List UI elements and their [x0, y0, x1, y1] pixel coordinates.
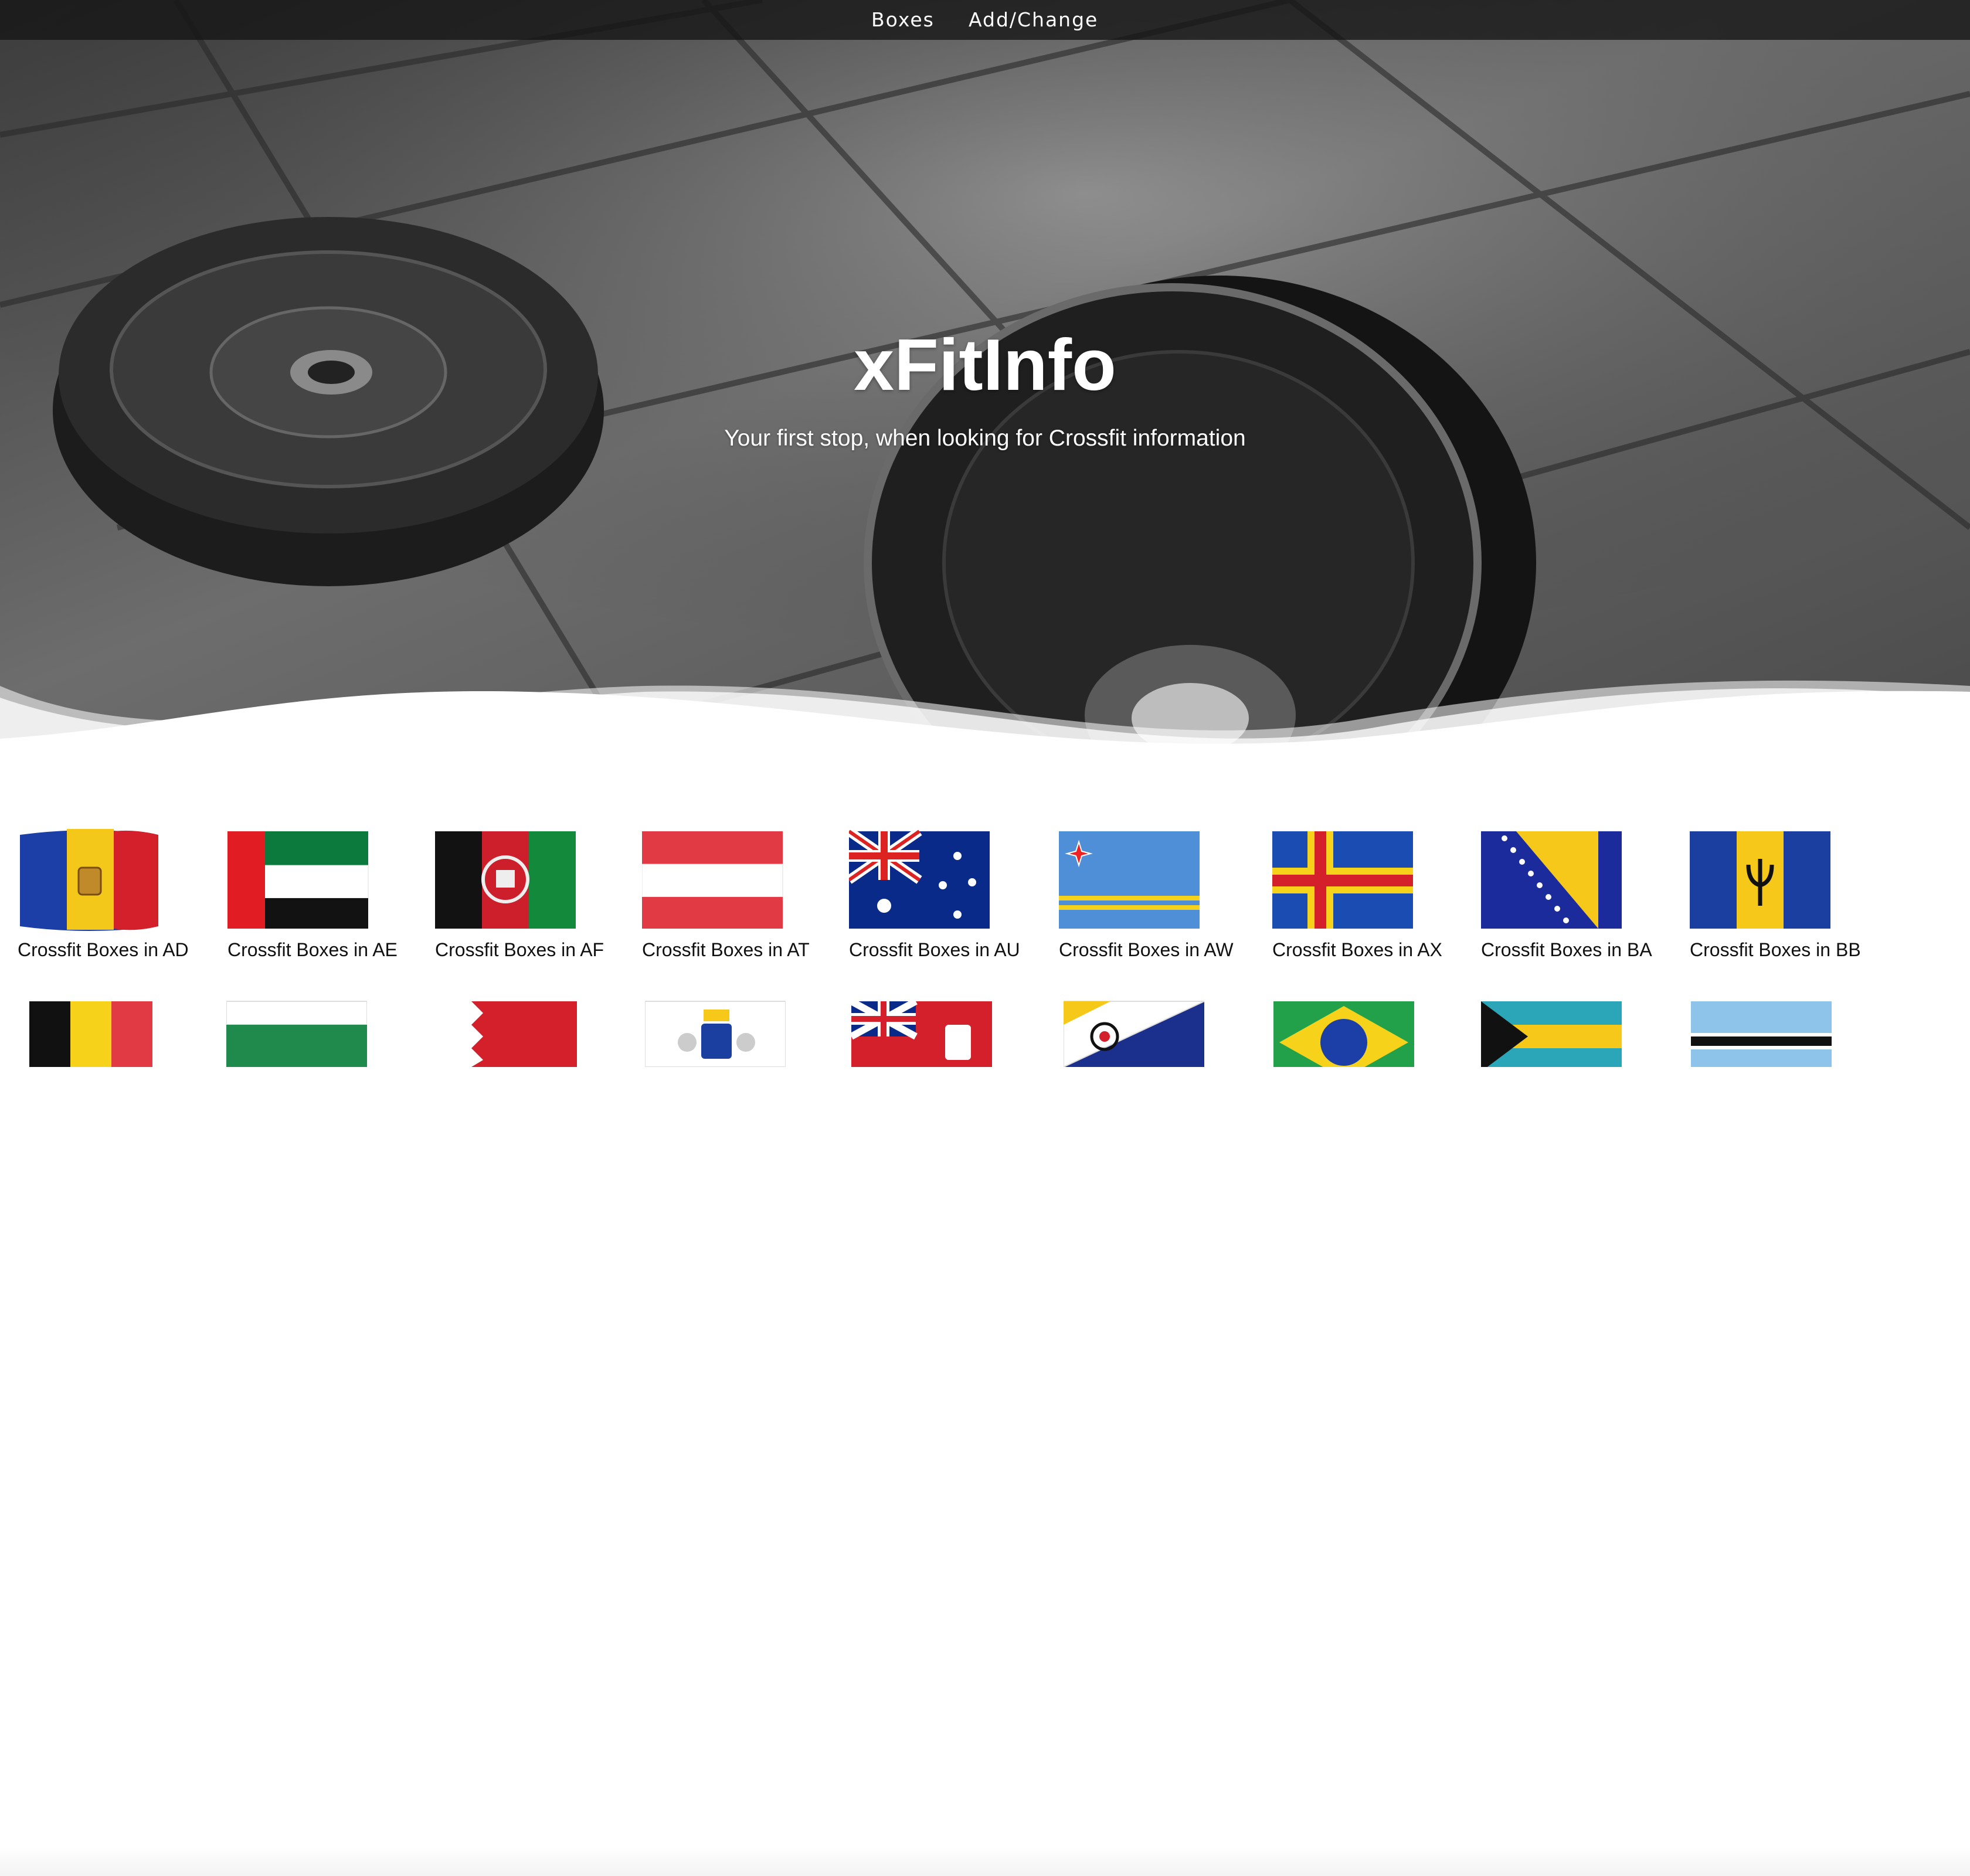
country-label: Crossfit Boxes in AF [435, 939, 604, 960]
site-title: xFitInfo [854, 325, 1116, 406]
country-card-af[interactable]: Crossfit Boxes in AF [435, 827, 623, 961]
barbados-flag-icon [1690, 831, 1830, 929]
country-label: Crossfit Boxes in AX [1272, 939, 1442, 960]
caribbean-netherlands-flag-icon[interactable] [1064, 995, 1204, 1067]
afghanistan-flag-icon [435, 831, 576, 929]
country-label: Crossfit Boxes in BA [1481, 939, 1652, 960]
country-label: Crossfit Boxes in AE [227, 939, 398, 960]
saint-barthelemy-flag-icon[interactable] [645, 995, 786, 1067]
bottom-fade [0, 1847, 1970, 1876]
country-card-ae[interactable]: Crossfit Boxes in AE [227, 827, 415, 961]
austria-flag-icon [642, 831, 783, 929]
site-tagline: Your first stop, when looking for Crossf… [724, 426, 1246, 451]
country-card-at[interactable]: Crossfit Boxes in AT [642, 827, 830, 961]
country-card-ba[interactable]: Crossfit Boxes in BA [1481, 827, 1669, 961]
bosnia-flag-icon [1481, 831, 1622, 929]
country-card-ad[interactable]: Crossfit Boxes in AD [18, 827, 205, 961]
belgium-flag-icon[interactable] [29, 995, 152, 1067]
botswana-flag-icon[interactable] [1691, 995, 1832, 1067]
bulgaria-flag-icon[interactable] [226, 995, 367, 1067]
uae-flag-icon [227, 831, 369, 929]
country-card-au[interactable]: Crossfit Boxes in AU [849, 827, 1037, 961]
country-label: Crossfit Boxes in AD [18, 939, 189, 960]
australia-flag-icon [849, 827, 990, 929]
country-label: Crossfit Boxes in BB [1690, 939, 1861, 960]
country-card-ax[interactable]: Crossfit Boxes in AX [1272, 827, 1460, 961]
aruba-flag-icon [1059, 831, 1200, 929]
andorra-flag-icon [20, 829, 158, 931]
country-grid: Crossfit Boxes in AD Crossfit Boxes in A… [0, 809, 1970, 1876]
bahrain-flag-icon[interactable] [436, 995, 577, 1067]
nav-add-change-link[interactable]: Add/Change [969, 8, 1098, 31]
bahamas-flag-icon[interactable] [1481, 995, 1622, 1067]
nav-boxes-link[interactable]: Boxes [871, 8, 935, 31]
bermuda-flag-icon[interactable] [851, 995, 992, 1067]
country-label: Crossfit Boxes in AW [1059, 939, 1234, 960]
top-navbar: Boxes Add/Change [0, 0, 1970, 40]
country-label: Crossfit Boxes in AU [849, 939, 1020, 960]
country-card-bb[interactable]: Crossfit Boxes in BB [1690, 827, 1877, 961]
brazil-flag-icon[interactable] [1273, 995, 1414, 1067]
country-card-aw[interactable]: Crossfit Boxes in AW [1059, 827, 1246, 961]
country-label: Crossfit Boxes in AT [642, 939, 810, 960]
wave-divider [0, 680, 1970, 774]
aland-flag-icon [1272, 831, 1413, 929]
hero-banner: Boxes Add/Change xFitInfo Your first sto… [0, 0, 1970, 774]
